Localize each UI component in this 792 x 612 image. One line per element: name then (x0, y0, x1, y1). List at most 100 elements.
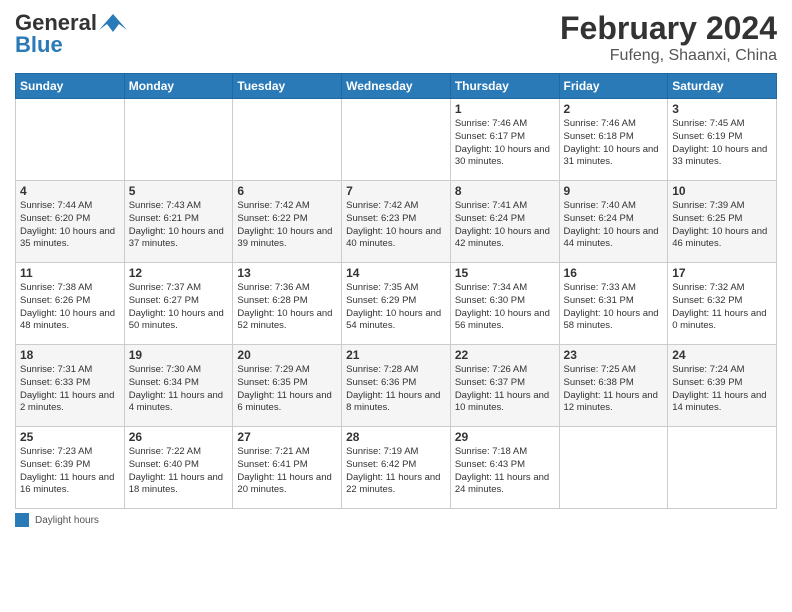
calendar-day-cell (233, 99, 342, 181)
calendar-day-cell: 23 Sunrise: 7:25 AM Sunset: 6:38 PM Dayli… (559, 345, 668, 427)
page-container: General Blue February 2024 Fufeng, Shaan… (0, 0, 792, 537)
title-block: February 2024 Fufeng, Shaanxi, China (560, 10, 777, 65)
weekday-header: Tuesday (233, 74, 342, 99)
calendar-day-cell: 9Sunrise: 7:40 AM Sunset: 6:24 PM Daylig… (559, 181, 668, 263)
day-number: 25 (20, 430, 120, 444)
day-number: 27 (237, 430, 337, 444)
day-info: Sunrise: 7:21 AM Sunset: 6:41 PM Dayligh… (237, 446, 337, 497)
calendar-day-cell: 12Sunrise: 7:37 AM Sunset: 6:27 PM Dayli… (124, 263, 233, 345)
calendar-day-cell: 4 Sunrise: 7:44 AM Sunset: 6:20 PM Daylig… (16, 181, 125, 263)
calendar-day-cell: 20 Sunrise: 7:29 AM Sunset: 6:35 PM Dayli… (233, 345, 342, 427)
calendar-week-row: 25Sunrise: 7:23 AM Sunset: 6:39 PM Dayli… (16, 427, 777, 509)
calendar-day-cell: 7 Sunrise: 7:42 AM Sunset: 6:23 PM Daylig… (342, 181, 451, 263)
calendar-day-cell (668, 427, 777, 509)
weekday-header: Saturday (668, 74, 777, 99)
day-number: 9 (564, 184, 664, 198)
calendar-day-cell: 13 Sunrise: 7:36 AM Sunset: 6:28 PM Dayli… (233, 263, 342, 345)
day-number: 19 (129, 348, 229, 362)
day-number: 8 (455, 184, 555, 198)
weekday-header: Sunday (16, 74, 125, 99)
day-info: Sunrise: 7:42 AM Sunset: 6:23 PM Dayligh… (346, 200, 446, 251)
day-number: 23 (564, 348, 664, 362)
day-info: Sunrise: 7:34 AM Sunset: 6:30 PM Dayligh… (455, 282, 555, 333)
daylight-label: Daylight hours (35, 515, 99, 526)
calendar-day-cell: 1 Sunrise: 7:46 AM Sunset: 6:17 PM Daylig… (450, 99, 559, 181)
calendar-week-row: 4 Sunrise: 7:44 AM Sunset: 6:20 PM Daylig… (16, 181, 777, 263)
calendar-day-cell (559, 427, 668, 509)
day-number: 2 (564, 102, 664, 116)
day-number: 3 (672, 102, 772, 116)
header: General Blue February 2024 Fufeng, Shaan… (15, 10, 777, 65)
calendar-day-cell: 29 Sunrise: 7:18 AM Sunset: 6:43 PM Dayli… (450, 427, 559, 509)
day-info: Sunrise: 7:26 AM Sunset: 6:37 PM Dayligh… (455, 364, 555, 415)
calendar-day-cell: 26Sunrise: 7:22 AM Sunset: 6:40 PM Dayli… (124, 427, 233, 509)
day-number: 20 (237, 348, 337, 362)
calendar-day-cell: 10Sunrise: 7:39 AM Sunset: 6:25 PM Dayli… (668, 181, 777, 263)
day-info: Sunrise: 7:42 AM Sunset: 6:22 PM Dayligh… (237, 200, 337, 251)
day-number: 26 (129, 430, 229, 444)
day-info: Sunrise: 7:18 AM Sunset: 6:43 PM Dayligh… (455, 446, 555, 497)
calendar-day-cell: 18Sunrise: 7:31 AM Sunset: 6:33 PM Dayli… (16, 345, 125, 427)
calendar-day-cell: 28 Sunrise: 7:19 AM Sunset: 6:42 PM Dayli… (342, 427, 451, 509)
day-number: 7 (346, 184, 446, 198)
day-info: Sunrise: 7:46 AM Sunset: 6:18 PM Dayligh… (564, 118, 664, 169)
day-number: 5 (129, 184, 229, 198)
calendar-day-cell (16, 99, 125, 181)
day-info: Sunrise: 7:35 AM Sunset: 6:29 PM Dayligh… (346, 282, 446, 333)
day-info: Sunrise: 7:45 AM Sunset: 6:19 PM Dayligh… (672, 118, 772, 169)
month-year-title: February 2024 (560, 10, 777, 47)
calendar-day-cell: 17Sunrise: 7:32 AM Sunset: 6:32 PM Dayli… (668, 263, 777, 345)
day-number: 15 (455, 266, 555, 280)
day-number: 11 (20, 266, 120, 280)
day-info: Sunrise: 7:33 AM Sunset: 6:31 PM Dayligh… (564, 282, 664, 333)
calendar-day-cell: 14 Sunrise: 7:35 AM Sunset: 6:29 PM Dayli… (342, 263, 451, 345)
day-info: Sunrise: 7:32 AM Sunset: 6:32 PM Dayligh… (672, 282, 772, 333)
weekday-header: Friday (559, 74, 668, 99)
day-info: Sunrise: 7:30 AM Sunset: 6:34 PM Dayligh… (129, 364, 229, 415)
location-subtitle: Fufeng, Shaanxi, China (560, 47, 777, 65)
calendar-day-cell: 16 Sunrise: 7:33 AM Sunset: 6:31 PM Dayli… (559, 263, 668, 345)
footer: Daylight hours (15, 513, 777, 527)
day-number: 28 (346, 430, 446, 444)
day-number: 18 (20, 348, 120, 362)
calendar-table: SundayMondayTuesdayWednesdayThursdayFrid… (15, 73, 777, 509)
day-info: Sunrise: 7:44 AM Sunset: 6:20 PM Dayligh… (20, 200, 120, 251)
day-info: Sunrise: 7:28 AM Sunset: 6:36 PM Dayligh… (346, 364, 446, 415)
logo-bird-icon (99, 12, 127, 34)
day-number: 4 (20, 184, 120, 198)
weekday-header: Monday (124, 74, 233, 99)
day-info: Sunrise: 7:41 AM Sunset: 6:24 PM Dayligh… (455, 200, 555, 251)
calendar-day-cell: 21Sunrise: 7:28 AM Sunset: 6:36 PM Dayli… (342, 345, 451, 427)
calendar-day-cell: 2 Sunrise: 7:46 AM Sunset: 6:18 PM Daylig… (559, 99, 668, 181)
day-number: 14 (346, 266, 446, 280)
day-info: Sunrise: 7:19 AM Sunset: 6:42 PM Dayligh… (346, 446, 446, 497)
day-info: Sunrise: 7:46 AM Sunset: 6:17 PM Dayligh… (455, 118, 555, 169)
calendar-day-cell: 24Sunrise: 7:24 AM Sunset: 6:39 PM Dayli… (668, 345, 777, 427)
calendar-day-cell (342, 99, 451, 181)
day-info: Sunrise: 7:24 AM Sunset: 6:39 PM Dayligh… (672, 364, 772, 415)
calendar-day-cell: 25Sunrise: 7:23 AM Sunset: 6:39 PM Dayli… (16, 427, 125, 509)
calendar-week-row: 11Sunrise: 7:38 AM Sunset: 6:26 PM Dayli… (16, 263, 777, 345)
day-info: Sunrise: 7:39 AM Sunset: 6:25 PM Dayligh… (672, 200, 772, 251)
day-number: 29 (455, 430, 555, 444)
weekday-header: Thursday (450, 74, 559, 99)
calendar-day-cell: 3 Sunrise: 7:45 AM Sunset: 6:19 PM Daylig… (668, 99, 777, 181)
calendar-day-cell: 19 Sunrise: 7:30 AM Sunset: 6:34 PM Dayli… (124, 345, 233, 427)
day-number: 16 (564, 266, 664, 280)
daylight-swatch (15, 513, 29, 527)
calendar-day-cell (124, 99, 233, 181)
day-info: Sunrise: 7:36 AM Sunset: 6:28 PM Dayligh… (237, 282, 337, 333)
calendar-day-cell: 27 Sunrise: 7:21 AM Sunset: 6:41 PM Dayli… (233, 427, 342, 509)
day-number: 13 (237, 266, 337, 280)
calendar-week-row: 1 Sunrise: 7:46 AM Sunset: 6:17 PM Daylig… (16, 99, 777, 181)
calendar-day-cell: 6Sunrise: 7:42 AM Sunset: 6:22 PM Daylig… (233, 181, 342, 263)
day-info: Sunrise: 7:43 AM Sunset: 6:21 PM Dayligh… (129, 200, 229, 251)
calendar-week-row: 18Sunrise: 7:31 AM Sunset: 6:33 PM Dayli… (16, 345, 777, 427)
calendar-day-cell: 22Sunrise: 7:26 AM Sunset: 6:37 PM Dayli… (450, 345, 559, 427)
day-number: 1 (455, 102, 555, 116)
weekday-header: Wednesday (342, 74, 451, 99)
day-info: Sunrise: 7:25 AM Sunset: 6:38 PM Dayligh… (564, 364, 664, 415)
day-info: Sunrise: 7:29 AM Sunset: 6:35 PM Dayligh… (237, 364, 337, 415)
logo: General Blue (15, 10, 127, 58)
day-number: 12 (129, 266, 229, 280)
